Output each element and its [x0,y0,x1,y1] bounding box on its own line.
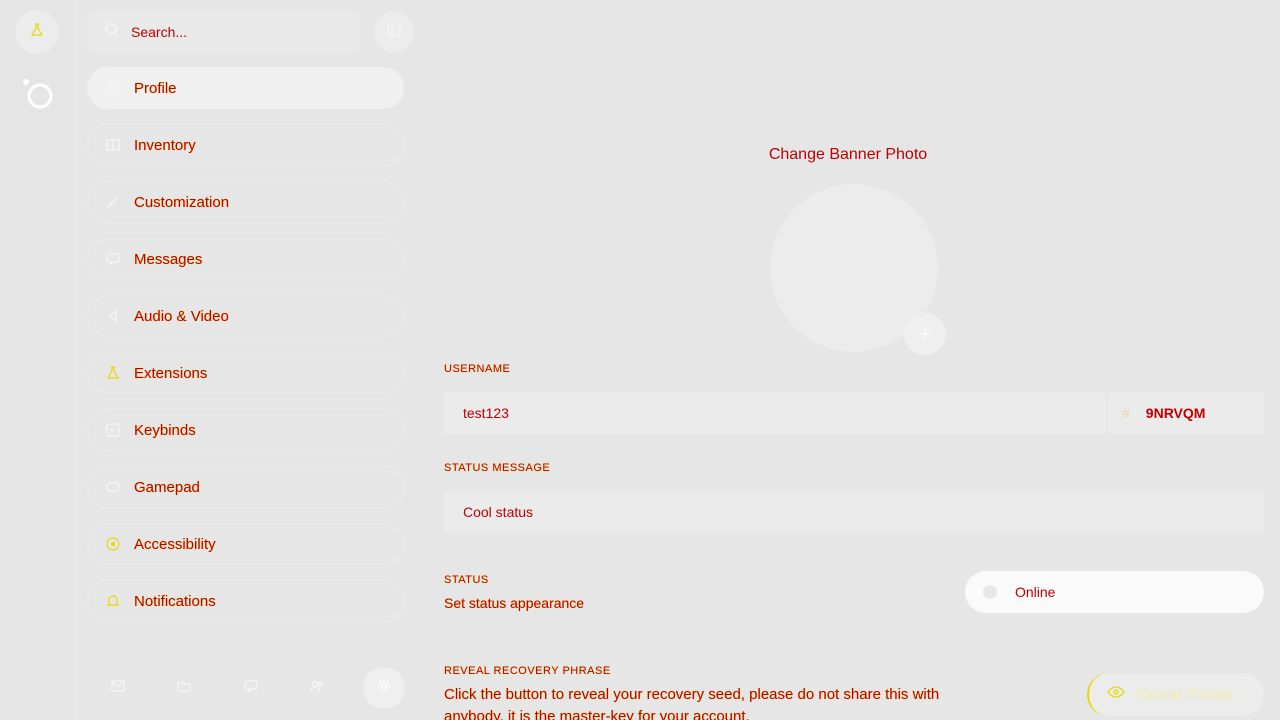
reveal-phrase-label: Reveal Phrase [1135,686,1234,703]
user-tag-value: 9NRVQM [1145,405,1206,421]
recovery-phrase-label: REVEAL RECOVERY PHRASE [444,665,611,677]
settings-button[interactable] [363,667,405,709]
sidebar-toggle-icon [386,22,402,43]
keyboard-icon: K [105,422,121,438]
sidebar-item-label: Keybinds [134,421,196,439]
app-rail [0,0,76,720]
sidebar-item-label: Messages [134,250,203,268]
profile-settings-panel: Change Banner Photo + USERNAME # 9NRVQM … [416,0,1280,720]
sidebar-item-label: Notifications [134,592,216,610]
status-message-input[interactable] [463,504,1264,520]
status-select[interactable]: Online [965,571,1264,613]
collapse-sidebar-button[interactable] [374,12,414,52]
folder-icon [176,678,192,699]
sidebar-item-gamepad[interactable]: Gamepad [87,466,404,508]
sidebar-item-label: Accessibility [134,535,216,553]
sidebar-item-extensions[interactable]: Extensions [87,352,404,394]
user-circle-icon [105,80,121,96]
extensions-rail-button[interactable] [15,10,59,54]
hash-icon: # [1122,405,1130,421]
chat-icon [243,678,259,699]
bell-icon [105,593,121,609]
status-dot-icon [983,585,997,599]
recovery-phrase-description: Click the button to reveal your recovery… [444,686,940,720]
user-tag: # 9NRVQM [1108,392,1264,434]
plus-icon: + [918,321,932,346]
sidebar-item-label: Inventory [134,136,196,154]
search-input[interactable] [131,24,331,40]
friends-icon [309,678,325,699]
username-field-container [444,392,1106,434]
settings-sidebar: Profile Inventory Customization Messages… [76,0,416,720]
sidebar-item-label: Extensions [134,364,208,382]
files-button[interactable] [163,667,205,709]
search-icon [104,22,120,43]
app-logo [18,74,58,114]
change-banner-button[interactable]: Change Banner Photo [416,146,1280,164]
status-label: STATUS [444,574,489,586]
status-message-field-container [444,491,1264,533]
sidebar-item-label: Customization [134,193,230,211]
chat-button[interactable] [230,667,272,709]
brush-icon [105,194,121,210]
speaker-icon [105,308,121,324]
status-select-value: Online [1015,584,1056,600]
sidebar-item-messages[interactable]: Messages [87,238,404,280]
gamepad-icon [105,479,121,495]
sidebar-item-profile[interactable]: Profile [87,67,404,109]
settings-icon [376,678,392,699]
sidebar-item-inventory[interactable]: Inventory [87,124,404,166]
status-message-label: STATUS MESSAGE [444,462,551,474]
svg-text:K: K [110,428,115,435]
sidebar-item-keybinds[interactable]: K Keybinds [87,409,404,451]
sidebar-item-customization[interactable]: Customization [87,181,404,223]
change-avatar-button[interactable]: + [904,313,946,355]
sidebar-item-accessibility[interactable]: Accessibility [87,523,404,565]
bottom-toolbar [95,667,405,711]
flask-icon [105,365,121,381]
sidebar-item-label: Profile [134,79,177,97]
status-description: Set status appearance [444,595,585,611]
username-label: USERNAME [444,363,511,375]
eye-icon [1107,685,1125,704]
search-box [87,11,360,53]
sidebar-item-label: Audio & Video [134,307,229,325]
username-input[interactable] [463,405,1106,421]
sidebar-item-label: Gamepad [134,478,200,496]
inbox-icon [110,678,126,699]
inventory-icon [105,137,121,153]
sidebar-item-audio-video[interactable]: Audio & Video [87,295,404,337]
accessibility-icon [105,536,121,552]
inbox-button[interactable] [97,667,139,709]
sidebar-item-notifications[interactable]: Notifications [87,580,404,622]
friends-button[interactable] [296,667,338,709]
flask-icon [29,22,45,43]
reveal-phrase-button[interactable]: Reveal Phrase [1087,673,1264,716]
message-icon [105,251,121,267]
